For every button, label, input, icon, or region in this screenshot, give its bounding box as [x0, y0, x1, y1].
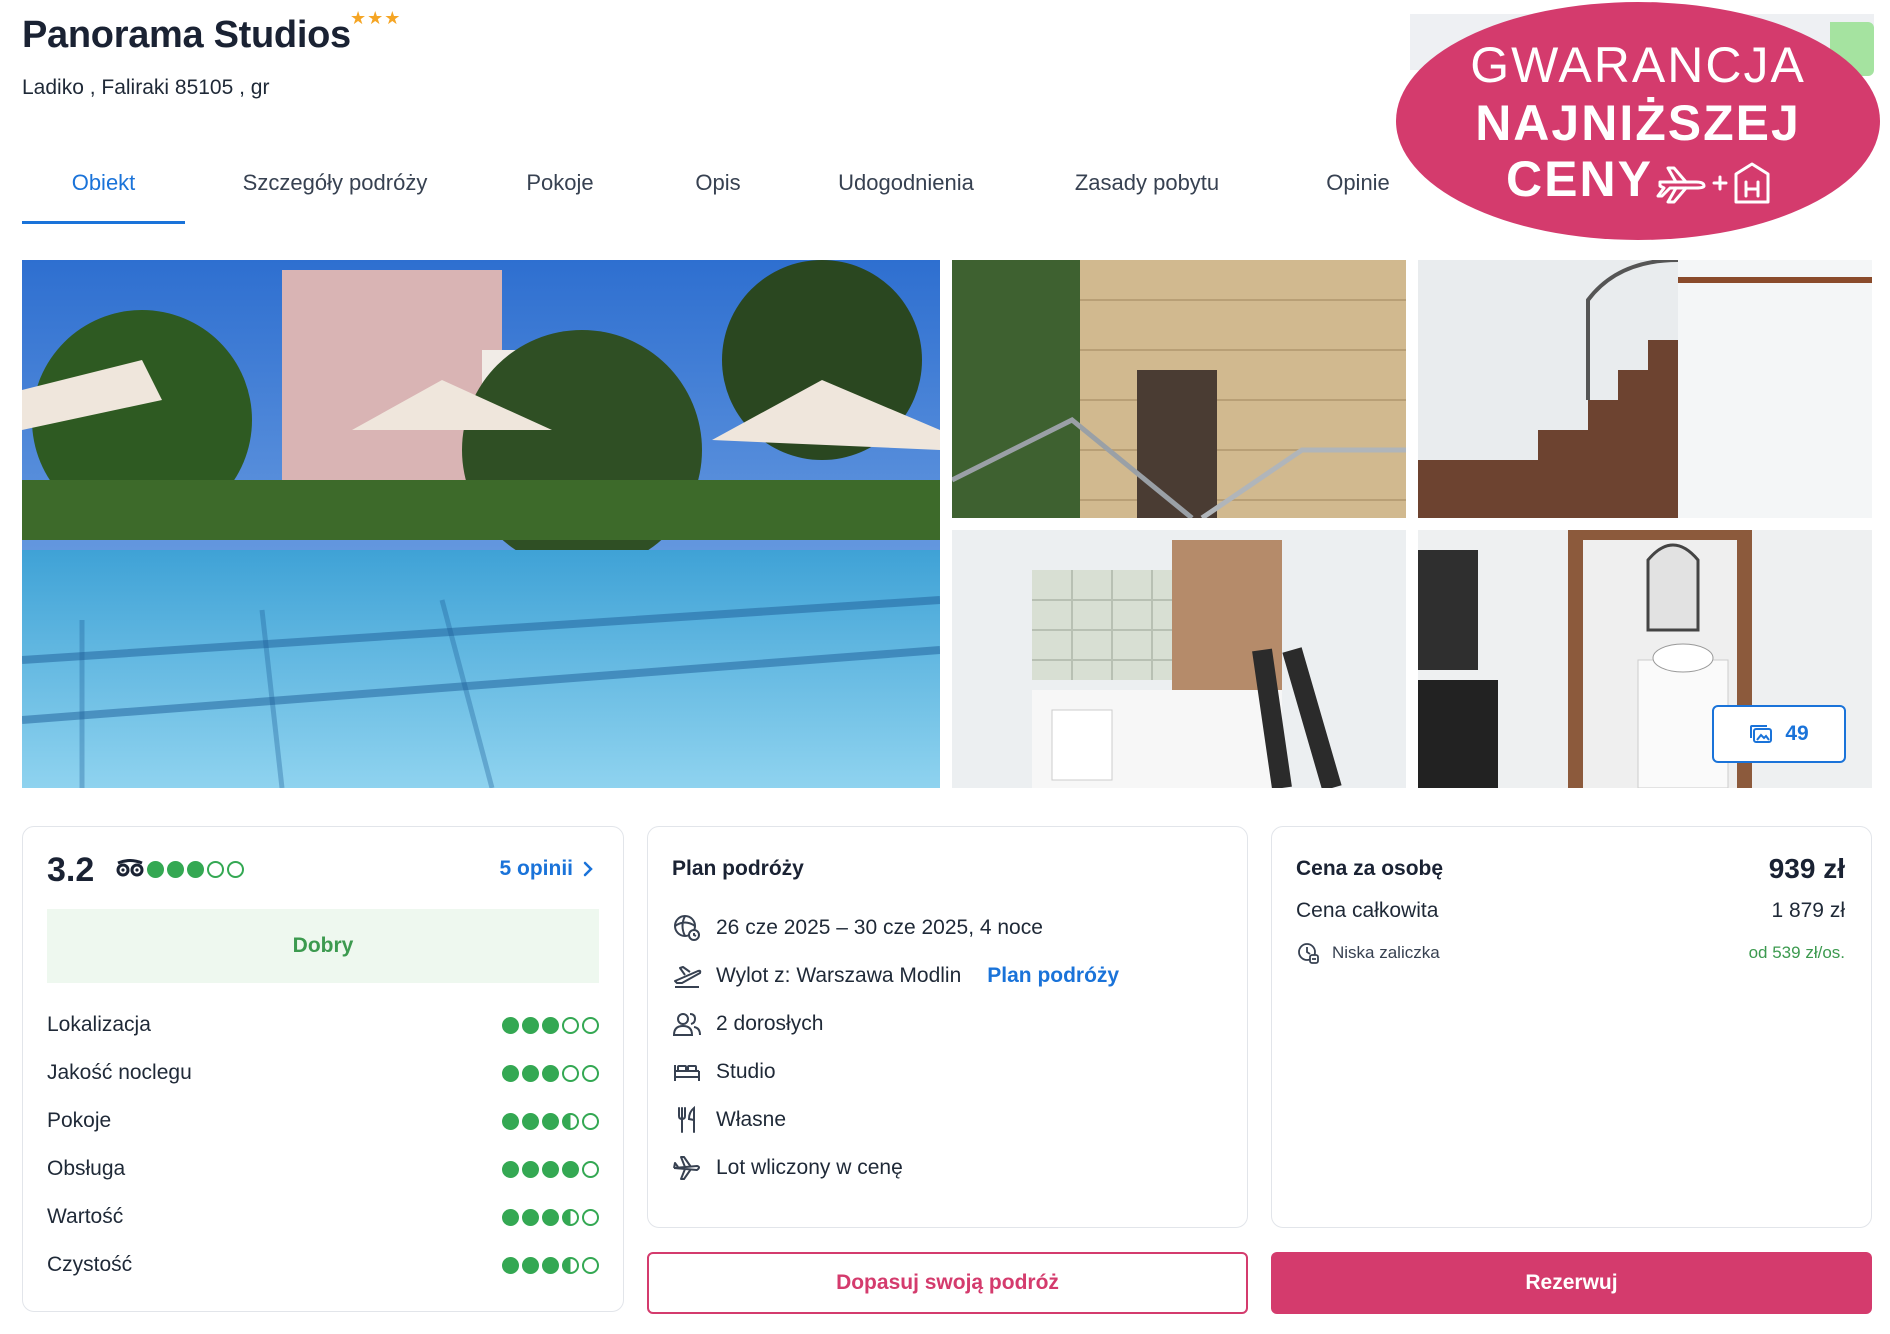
rating-category-label: Obsługa	[47, 1157, 126, 1180]
guests-text: 2 dorosłych	[716, 1012, 824, 1035]
rating-row-wartosc: Wartość	[47, 1205, 599, 1229]
price-total: 1 879 zł	[1771, 899, 1845, 922]
rating-dot	[167, 861, 184, 878]
rating-dot	[227, 861, 244, 878]
departure-text: Wylot z: Warszawa Modlin	[716, 964, 962, 987]
rating-row-pokoje: Pokoje	[47, 1109, 599, 1133]
rating-row-lokalizacja: Lokalizacja	[47, 1013, 599, 1037]
room-row: Studio	[672, 1057, 776, 1087]
rating-category-dots	[502, 1016, 599, 1034]
tab-opis[interactable]: Opis	[635, 150, 801, 224]
departure-row: Wylot z: Warszawa Modlin Plan podróży	[672, 961, 1119, 991]
overall-rating-dots	[147, 861, 244, 878]
photo-pool[interactable]	[22, 260, 940, 788]
rating-category-dots	[502, 1160, 599, 1178]
deposit-label: Niska zaliczka	[1332, 943, 1440, 962]
rating-dot	[207, 861, 224, 878]
rating-category-label: Lokalizacja	[47, 1013, 151, 1036]
plane-takeoff-icon	[674, 966, 702, 988]
rating-card: 3.2 5 opinii Dobry Lokalizacja Jakość no…	[22, 826, 624, 1312]
rating-score: 3.2	[47, 851, 95, 889]
rating-category-label: Pokoje	[47, 1109, 112, 1132]
rating-category-dots	[502, 1112, 599, 1130]
customize-trip-button[interactable]: Dopasuj swoją podróż	[647, 1252, 1248, 1314]
rating-category-label: Czystość	[47, 1253, 133, 1276]
gallery-icon	[1750, 725, 1773, 743]
deposit-clock-icon	[1298, 943, 1319, 964]
tripadvisor-icon	[116, 859, 144, 877]
board-text: Własne	[716, 1108, 787, 1131]
trip-dates-row: 26 cze 2025 – 30 cze 2025, 4 noce	[672, 913, 1043, 943]
plane-plus-hotel-icon	[1656, 160, 1776, 211]
rating-dot	[187, 861, 204, 878]
price-per-person-label: Cena za osobę	[1296, 857, 1444, 880]
photo-kitchenette[interactable]	[952, 530, 1406, 788]
price-total-label: Cena całkowita	[1296, 899, 1439, 922]
photo-spiral-staircase[interactable]	[1418, 260, 1872, 518]
show-all-photos-button[interactable]: 49	[1712, 705, 1846, 763]
bed-icon	[674, 1065, 700, 1081]
trip-dates: 26 cze 2025 – 30 cze 2025, 4 noce	[716, 916, 1043, 939]
section-tabs: Obiekt Szczegóły podróży Pokoje Opis Udo…	[22, 150, 1433, 224]
rating-category-label: Jakość noclegu	[47, 1061, 192, 1084]
tab-szczegoly-podrozy[interactable]: Szczegóły podróży	[185, 150, 485, 224]
rating-row-czystosc: Czystość	[47, 1253, 599, 1277]
tab-zasady-pobytu[interactable]: Zasady pobytu	[1011, 150, 1283, 224]
rating-row-obsluga: Obsługa	[47, 1157, 599, 1181]
hotel-name: Panorama Studios	[22, 14, 351, 56]
rating-dot	[147, 861, 164, 878]
photo-building-exterior[interactable]	[952, 260, 1406, 518]
hotel-stars: ★★★	[350, 8, 402, 28]
trip-plan-title: Plan podróży	[672, 857, 804, 880]
flight-row: Lot wliczony w cenę	[672, 1153, 903, 1183]
photo-count: 49	[1785, 722, 1809, 745]
deposit-value: od 539 zł/os.	[1748, 943, 1845, 962]
reviews-link[interactable]: 5 opinii	[500, 857, 594, 881]
rating-row-jakosc-noclegu: Jakość noclegu	[47, 1061, 599, 1085]
badge-line-3: CENY	[1506, 151, 1653, 207]
flight-text: Lot wliczony w cenę	[716, 1156, 903, 1179]
users-icon	[672, 1013, 701, 1036]
trip-plan-card: Plan podróży 26 cze 2025 – 30 cze 2025, …	[647, 826, 1248, 1228]
board-row: Własne	[672, 1105, 786, 1135]
tab-udogodnienia[interactable]: Udogodnienia	[801, 150, 1011, 224]
lowest-price-guarantee-badge[interactable]: GWARANCJA NAJNIŻSZEJ CENY	[1396, 2, 1880, 240]
deposit-row: Niska zaliczka od 539 zł/os.	[1296, 941, 1845, 965]
cutlery-icon	[678, 1105, 695, 1133]
chevron-right-icon	[583, 861, 593, 877]
rating-category-dots	[502, 1208, 599, 1226]
badge-line-1: GWARANCJA	[1470, 37, 1806, 93]
price-total-row: Cena całkowita 1 879 zł	[1296, 899, 1845, 923]
badge-line-2: NAJNIŻSZEJ	[1475, 95, 1801, 151]
price-per-person: 939 zł	[1768, 853, 1845, 884]
rating-category-dots	[502, 1064, 599, 1082]
tab-obiekt[interactable]: Obiekt	[22, 150, 185, 224]
guests-row: 2 dorosłych	[672, 1009, 823, 1039]
rating-category-label: Wartość	[47, 1205, 124, 1228]
price-card: Cena za osobę 939 zł Cena całkowita 1 87…	[1271, 826, 1872, 1228]
rating-category-dots	[502, 1256, 599, 1274]
hotel-address: Ladiko , Faliraki 85105 , gr	[22, 76, 270, 99]
trip-plan-link[interactable]: Plan podróży	[987, 964, 1119, 988]
price-per-person-row: Cena za osobę 939 zł	[1296, 853, 1845, 885]
tab-pokoje[interactable]: Pokoje	[485, 150, 635, 224]
globe-calendar-icon	[674, 915, 700, 941]
book-button[interactable]: Rezerwuj	[1271, 1252, 1872, 1314]
room-text: Studio	[716, 1060, 776, 1083]
plane-icon	[673, 1156, 700, 1180]
reviews-link-label: 5 opinii	[499, 857, 574, 880]
rating-label: Dobry	[47, 909, 599, 983]
